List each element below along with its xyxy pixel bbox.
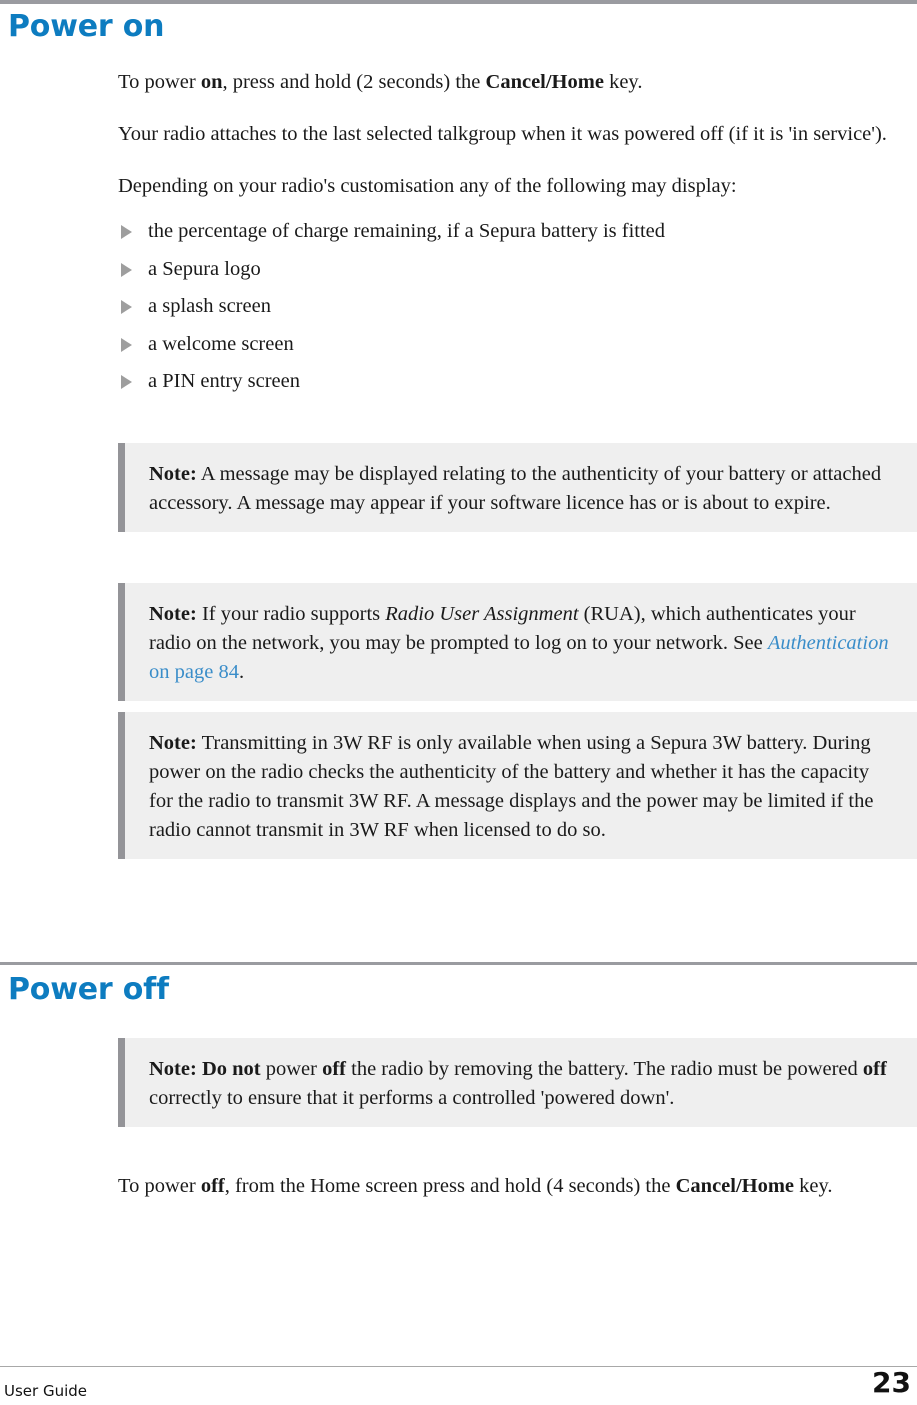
list-item: a welcome screen (118, 332, 898, 357)
paragraph-talkgroup-attach: Your radio attaches to the last selected… (118, 123, 887, 145)
note-label: Note: (149, 463, 197, 485)
note-text: Note: Transmitting in 3W RF is only avai… (149, 729, 895, 845)
section-power-on-heading-block: Power on (0, 11, 164, 43)
note-label: Note: (149, 603, 197, 625)
list-item: a PIN entry screen (118, 369, 898, 394)
section-power-off-heading-block: Power off (0, 974, 169, 1006)
list-item: the percentage of charge remaining, if a… (118, 219, 898, 244)
page-title-power-on: Power on (8, 9, 165, 44)
footer-page-number: 23 (872, 1366, 911, 1399)
footer-document-label: User Guide (4, 1382, 88, 1400)
list-item-label: a welcome screen (148, 332, 294, 355)
list-item-label: a PIN entry screen (148, 370, 300, 392)
top-page-rule (0, 0, 917, 4)
list-item: a splash screen (118, 294, 898, 319)
section-divider-rule (0, 962, 917, 965)
list-item-label: a splash screen (148, 295, 271, 317)
footer-divider-rule (0, 1366, 917, 1367)
list-item: a Sepura logo (118, 257, 898, 282)
note-box-radio-user-assignment: Note: If your radio supports Radio User … (118, 583, 917, 701)
note-label: Note: (149, 732, 197, 754)
paragraph-customisation-lead-in: Depending on your radio's customisation … (118, 175, 737, 197)
run-text: . (238, 661, 245, 683)
arrow-bullet-icon (121, 225, 132, 239)
arrow-bullet-icon (121, 262, 132, 277)
run-text: power (260, 1058, 323, 1080)
list-item-label: a Sepura logo (148, 257, 261, 280)
power-on-intro-paragraphs: To power on, press and hold (2 seconds) … (118, 68, 898, 407)
note-text: Note: If your radio supports Radio User … (149, 600, 895, 687)
run-text: Transmitting in 3W RF is only available … (149, 732, 874, 841)
run-bold-off-2: off (862, 1058, 887, 1080)
note-label: Note: (149, 1058, 197, 1080)
run-bold-on: on (200, 71, 223, 93)
run-bold-cancel-home: Cancel/Home (675, 1175, 795, 1197)
run-text: key. (603, 71, 643, 93)
note-text: Note: Do not power off the radio by remo… (149, 1055, 895, 1113)
run-text: correctly to ensure that it performs a c… (149, 1087, 675, 1109)
paragraph-power-on-instruction: To power on, press and hold (2 seconds) … (118, 68, 898, 97)
run-text: key. (794, 1175, 833, 1197)
page-title-power-off: Power off (8, 972, 169, 1007)
arrow-bullet-icon (121, 337, 132, 352)
run-bold-cancel-home: Cancel/Home (485, 71, 604, 93)
run-text: If your radio supports (196, 603, 386, 625)
run-italic-rua: Radio User Assignment (385, 603, 579, 625)
run-text: To power (118, 71, 201, 93)
run-text: the radio by removing the battery. The r… (346, 1058, 863, 1080)
note-text: Note: A message may be displayed relatin… (149, 460, 895, 518)
run-text: A message may be displayed relating to t… (149, 463, 882, 514)
power-on-display-options-list: the percentage of charge remaining, if a… (118, 219, 898, 394)
run-text: To power (118, 1175, 201, 1197)
note-box-3w-rf-transmit: Note: Transmitting in 3W RF is only avai… (118, 712, 917, 859)
arrow-bullet-icon (121, 300, 132, 314)
run-bold-off: off (322, 1058, 346, 1080)
list-item-label: the percentage of charge remaining, if a… (148, 220, 666, 242)
arrow-bullet-icon (121, 375, 132, 389)
link-page-label: on page 84 (149, 661, 239, 683)
paragraph-power-off-instruction: To power off, from the Home screen press… (118, 1172, 898, 1201)
note-box-battery-authenticity: Note: A message may be displayed relatin… (118, 443, 917, 532)
run-bold-do-not: Do not (201, 1058, 261, 1080)
run-text: , press and hold (2 seconds) the (222, 71, 486, 93)
note-box-do-not-remove-battery: Note: Do not power off the radio by remo… (118, 1038, 917, 1127)
run-text: , from the Home screen press and hold (4… (224, 1175, 676, 1197)
run-bold-off: off (200, 1175, 225, 1197)
link-topic-label: Authentication (767, 632, 889, 654)
power-off-instruction-block: To power off, from the Home screen press… (118, 1172, 898, 1224)
